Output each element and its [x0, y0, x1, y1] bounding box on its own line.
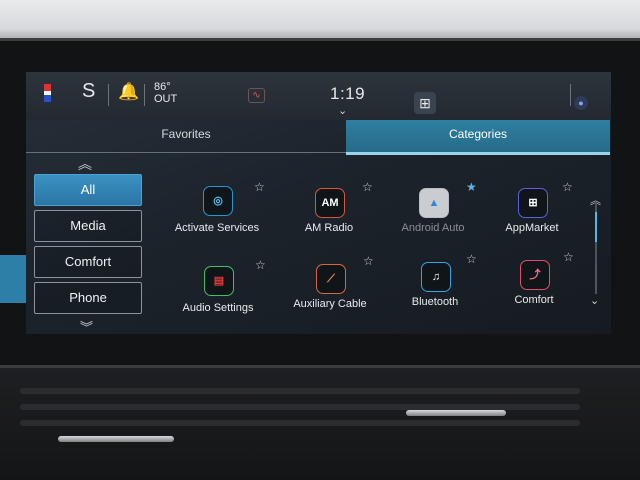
vent-chrome-trim	[58, 436, 174, 442]
appmarket-icon: ⊞	[518, 188, 548, 218]
outside-temperature: 86° OUT	[154, 81, 177, 105]
app-bluetooth[interactable]: ♫ Bluetooth	[380, 262, 490, 322]
wifi-alert-icon[interactable]: ∿	[248, 88, 265, 103]
clock-display[interactable]: 1:19	[330, 84, 365, 104]
app-label: AM Radio	[304, 222, 354, 234]
favorite-star-icon[interactable]: ☆	[255, 258, 266, 272]
side-screen-edge	[0, 255, 26, 303]
chevron-down-icon[interactable]: ︾	[80, 317, 93, 334]
app-label: Activate Services	[174, 222, 260, 234]
category-all-button[interactable]: All	[34, 174, 142, 206]
am-radio-icon: AM	[315, 188, 345, 218]
favorite-star-icon[interactable]: ☆	[362, 180, 373, 194]
chevron-down-icon[interactable]: ⌄	[338, 104, 347, 117]
app-label: Android Auto	[401, 222, 465, 234]
favorite-star-filled-icon[interactable]: ★	[466, 180, 477, 194]
vent-slat	[20, 388, 580, 394]
tab-favorites[interactable]: Favorites	[26, 120, 346, 153]
temperature-label: OUT	[154, 93, 178, 105]
app-label: Bluetooth	[411, 296, 459, 308]
favorite-star-icon[interactable]: ☆	[254, 180, 265, 194]
bell-icon[interactable]: 🔔	[118, 82, 139, 102]
activate-services-icon: ◎	[203, 186, 233, 216]
infotainment-screen: S 🔔 86° OUT ∿ 1:19 ⌄ ⊞ ● Favorites Categ…	[26, 72, 611, 334]
status-bar: S 🔔 86° OUT ∿ 1:19 ⌄ ⊞ ●	[26, 72, 611, 120]
category-media-button[interactable]: Media	[34, 210, 142, 242]
vent-chrome-trim	[406, 410, 506, 416]
drive-mode-indicator: S	[82, 80, 96, 102]
category-phone-button[interactable]: Phone	[34, 282, 142, 314]
app-label: Auxiliary Cable	[293, 298, 367, 310]
chevron-up-icon[interactable]: ︽	[78, 154, 92, 174]
app-auxiliary-cable[interactable]: ⟋ Auxiliary Cable	[275, 262, 385, 322]
voice-icon[interactable]: ●	[574, 96, 588, 110]
vent-slat	[20, 420, 580, 426]
favorite-star-icon[interactable]: ☆	[466, 252, 477, 266]
status-divider	[570, 84, 571, 106]
car-dashboard-photo: S 🔔 86° OUT ∿ 1:19 ⌄ ⊞ ● Favorites Categ…	[0, 0, 640, 480]
scrollbar-thumb[interactable]	[595, 212, 597, 242]
favorite-star-icon[interactable]: ☆	[563, 250, 574, 264]
app-label: AppMarket	[505, 222, 559, 234]
auxiliary-cable-icon: ⟋	[316, 264, 346, 294]
app-grid-icon[interactable]: ⊞	[414, 92, 436, 114]
temperature-value: 86°	[154, 81, 171, 93]
audio-settings-icon: ▤	[204, 266, 234, 296]
air-vents	[0, 370, 640, 480]
comfort-icon: ⤴	[520, 260, 550, 290]
bluetooth-icon: ♫	[421, 262, 451, 292]
flag-icon	[44, 84, 51, 102]
category-comfort-button[interactable]: Comfort	[34, 246, 142, 278]
status-divider	[108, 84, 109, 106]
app-label: Audio Settings	[182, 302, 254, 314]
app-label: Comfort	[514, 294, 554, 306]
favorite-star-icon[interactable]: ☆	[562, 180, 573, 194]
app-comfort[interactable]: ⤴ Comfort	[479, 260, 589, 320]
status-divider	[144, 84, 145, 106]
scroll-down-icon[interactable]: ⌄	[590, 294, 599, 307]
android-auto-icon: ▲	[419, 188, 449, 218]
tab-categories[interactable]: Categories	[346, 120, 610, 155]
favorite-star-icon[interactable]: ☆	[363, 254, 374, 268]
